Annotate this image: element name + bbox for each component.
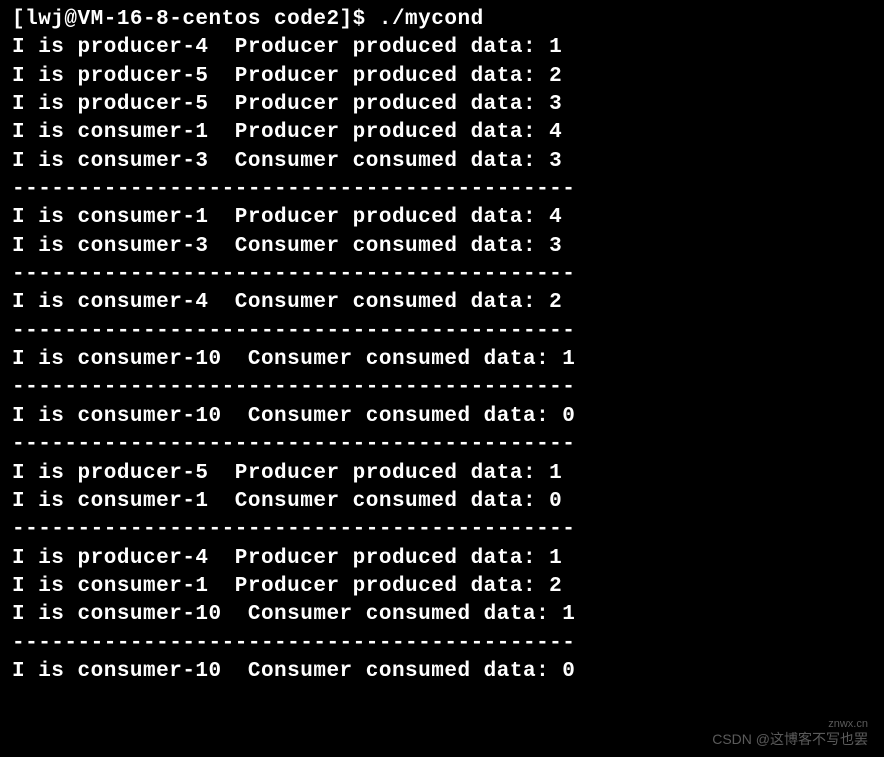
output-line: I is consumer-1 Producer produced data: … [12, 573, 872, 601]
output-line: I is consumer-10 Consumer consumed data:… [12, 601, 872, 629]
output-line: I is producer-5 Producer produced data: … [12, 91, 872, 119]
watermark: znwx.cn CSDN @这博客不写也罢 [712, 717, 868, 749]
separator-line: ----------------------------------------… [12, 261, 872, 289]
output-line: I is consumer-3 Consumer consumed data: … [12, 148, 872, 176]
separator-line: ----------------------------------------… [12, 630, 872, 658]
output-line: I is consumer-1 Producer produced data: … [12, 204, 872, 232]
separator-line: ----------------------------------------… [12, 374, 872, 402]
output-line: I is consumer-3 Consumer consumed data: … [12, 233, 872, 261]
separator-line: ----------------------------------------… [12, 318, 872, 346]
output-line: I is producer-4 Producer produced data: … [12, 545, 872, 573]
output-line: I is consumer-1 Consumer consumed data: … [12, 488, 872, 516]
output-line: I is producer-5 Producer produced data: … [12, 63, 872, 91]
output-line: I is consumer-10 Consumer consumed data:… [12, 403, 872, 431]
output-line: I is consumer-10 Consumer consumed data:… [12, 346, 872, 374]
separator-line: ----------------------------------------… [12, 516, 872, 544]
output-line: I is producer-4 Producer produced data: … [12, 34, 872, 62]
separator-line: ----------------------------------------… [12, 176, 872, 204]
shell-prompt[interactable]: [lwj@VM-16-8-centos code2]$ ./mycond [12, 6, 872, 34]
output-line: I is consumer-4 Consumer consumed data: … [12, 289, 872, 317]
output-line: I is consumer-1 Producer produced data: … [12, 119, 872, 147]
output-line: I is producer-5 Producer produced data: … [12, 460, 872, 488]
separator-line: ----------------------------------------… [12, 431, 872, 459]
output-line: I is consumer-10 Consumer consumed data:… [12, 658, 872, 686]
watermark-text: CSDN @这博客不写也罢 [712, 730, 868, 749]
